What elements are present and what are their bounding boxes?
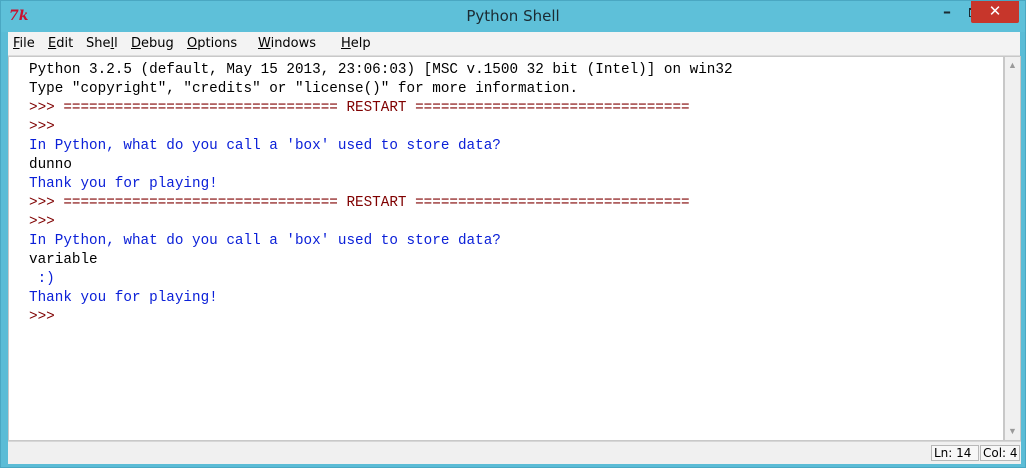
title-bar[interactable]: 7k Python Shell – ✕: [1, 1, 1025, 32]
shell-line: In Python, what do you call a 'box' used…: [29, 138, 501, 154]
shell-line: :): [29, 271, 55, 287]
shell-line: >>> ================================ RES…: [29, 100, 690, 116]
shell-line: Thank you for playing!: [29, 290, 218, 306]
shell-line: dunno: [29, 157, 72, 173]
scroll-up-arrow-icon[interactable]: ▲: [1005, 57, 1020, 74]
shell-line: Python 3.2.5 (default, May 15 2013, 23:0…: [29, 62, 733, 78]
minimize-button[interactable]: –: [933, 3, 961, 25]
shell-line: variable: [29, 252, 98, 268]
column-number-indicator: Col: 4: [980, 445, 1020, 461]
status-bar: Ln: 14 Col: 4: [8, 441, 1021, 464]
menu-help[interactable]: Help: [341, 36, 371, 51]
shell-line: Type "copyright", "credits" or "license(…: [29, 81, 579, 97]
line-number-indicator: Ln: 14: [931, 445, 979, 461]
menu-debug[interactable]: Debug: [131, 36, 174, 51]
vertical-scrollbar[interactable]: ▲ ▼: [1004, 56, 1021, 441]
python-shell-window: 7k Python Shell – ✕ File Edit Shell Debu…: [0, 0, 1026, 468]
menu-file[interactable]: File: [13, 36, 35, 51]
menu-windows[interactable]: Windows: [258, 36, 316, 51]
scroll-down-arrow-icon[interactable]: ▼: [1005, 423, 1020, 440]
shell-line: >>>: [29, 214, 55, 230]
close-button[interactable]: ✕: [971, 1, 1019, 23]
shell-output[interactable]: Python 3.2.5 (default, May 15 2013, 23:0…: [8, 56, 1004, 441]
menu-edit[interactable]: Edit: [48, 36, 73, 51]
window-title: Python Shell: [466, 7, 560, 25]
menu-shell[interactable]: Shell: [86, 36, 118, 51]
shell-prompt-line: >>>: [29, 309, 55, 325]
shell-line: >>>: [29, 119, 55, 135]
shell-line: Thank you for playing!: [29, 176, 218, 192]
menu-bar: File Edit Shell Debug Options Windows He…: [8, 32, 1020, 56]
shell-line: In Python, what do you call a 'box' used…: [29, 233, 501, 249]
menu-options[interactable]: Options: [187, 36, 237, 51]
shell-line: >>> ================================ RES…: [29, 195, 690, 211]
